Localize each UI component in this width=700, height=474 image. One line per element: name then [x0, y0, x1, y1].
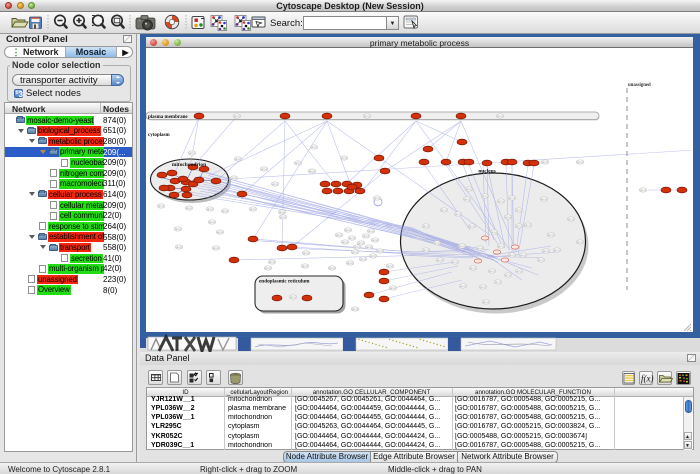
svg-text:ann-l: ann-l	[470, 266, 476, 270]
svg-text:ann-l: ann-l	[363, 234, 369, 238]
svg-text:ann-l: ann-l	[234, 114, 240, 118]
svg-text:f(x): f(x)	[641, 374, 654, 384]
svg-text:ann-l: ann-l	[217, 230, 223, 234]
svg-text:ann-l: ann-l	[370, 254, 376, 258]
svg-text:ann-l: ann-l	[554, 248, 560, 252]
svg-text:unassigned: unassigned	[628, 83, 651, 88]
svg-text:ann-l: ann-l	[336, 233, 342, 237]
svg-text:ann-l: ann-l	[261, 167, 267, 171]
svg-text:ann-l: ann-l	[509, 253, 515, 257]
svg-text:ann-l: ann-l	[186, 206, 192, 210]
svg-text:ann-l: ann-l	[498, 244, 504, 248]
svg-text:ann-l: ann-l	[498, 199, 504, 203]
svg-text:ann-l: ann-l	[464, 197, 470, 201]
svg-text:ann-l: ann-l	[279, 210, 285, 214]
svg-text:ann-l: ann-l	[437, 258, 443, 262]
svg-text:ann-l: ann-l	[577, 160, 583, 164]
svg-text:ann-l: ann-l	[364, 114, 370, 118]
svg-text:ann-l: ann-l	[441, 208, 447, 212]
svg-text:ann-l: ann-l	[477, 246, 483, 250]
svg-text:ann-l: ann-l	[516, 269, 522, 273]
svg-text:ann-l: ann-l	[516, 224, 522, 228]
svg-text:ann-l: ann-l	[302, 264, 308, 268]
svg-text:ann-l: ann-l	[374, 196, 380, 200]
svg-text:cytoplasm: cytoplasm	[148, 133, 171, 138]
svg-text:ann-l: ann-l	[175, 227, 181, 231]
svg-text:ann-l: ann-l	[423, 248, 429, 252]
svg-text:ann-l: ann-l	[541, 197, 547, 201]
svg-text:ann-l: ann-l	[377, 249, 383, 253]
svg-text:ann-l: ann-l	[347, 261, 353, 265]
svg-text:nucleus: nucleus	[478, 169, 495, 175]
svg-text:ann-l: ann-l	[387, 264, 393, 268]
svg-text:ann-l: ann-l	[341, 156, 347, 160]
svg-text:ann-l: ann-l	[366, 245, 372, 249]
svg-text:ann-l: ann-l	[525, 223, 531, 227]
svg-text:ann-l: ann-l	[265, 266, 271, 270]
svg-text:ann-l: ann-l	[207, 207, 213, 211]
svg-text:ann-l: ann-l	[482, 194, 488, 198]
svg-text:ann-l: ann-l	[354, 245, 360, 249]
svg-text:ann-l: ann-l	[491, 230, 497, 234]
svg-text:ann-l: ann-l	[548, 233, 554, 237]
svg-text:ann-l: ann-l	[455, 212, 461, 216]
svg-text:ann-l: ann-l	[368, 229, 374, 233]
svg-text:ann-l: ann-l	[295, 161, 301, 165]
svg-text:endoplasmic reticulum: endoplasmic reticulum	[259, 279, 310, 285]
svg-text:ann-l: ann-l	[452, 260, 458, 264]
svg-text:ann-l: ann-l	[189, 151, 195, 155]
svg-text:mitochondrion: mitochondrion	[172, 162, 206, 168]
svg-text:ann-l: ann-l	[505, 273, 511, 277]
svg-text:ann-l: ann-l	[358, 241, 364, 245]
svg-text:ann-l: ann-l	[489, 269, 495, 273]
svg-text:ann-l: ann-l	[434, 241, 440, 245]
svg-text:ann-l: ann-l	[543, 249, 549, 253]
svg-text:ann-l: ann-l	[303, 251, 309, 255]
svg-text:ann-l: ann-l	[480, 285, 486, 289]
svg-text:plasma membrane: plasma membrane	[148, 115, 188, 120]
svg-text:ann-l: ann-l	[290, 295, 296, 299]
svg-text:ann-l: ann-l	[538, 258, 544, 262]
svg-text:ann-l: ann-l	[158, 204, 164, 208]
svg-text:ann-l: ann-l	[280, 215, 286, 219]
svg-text:ann-l: ann-l	[309, 169, 315, 173]
svg-text:ann-l: ann-l	[495, 280, 501, 284]
svg-text:ann-l: ann-l	[516, 208, 522, 212]
svg-text:ann-l: ann-l	[390, 286, 396, 290]
svg-text:ann-l: ann-l	[213, 246, 219, 250]
svg-text:ann-l: ann-l	[520, 253, 526, 257]
svg-text:ann-l: ann-l	[459, 244, 465, 248]
svg-text:ann-l: ann-l	[345, 228, 351, 232]
svg-text:ann-l: ann-l	[342, 240, 348, 244]
svg-text:ann-l: ann-l	[460, 284, 466, 288]
svg-text:ann-l: ann-l	[352, 307, 358, 311]
svg-text:ann-l: ann-l	[176, 245, 182, 249]
svg-text:ann-l: ann-l	[423, 224, 429, 228]
svg-text:ann-l: ann-l	[209, 220, 215, 224]
svg-text:ann-l: ann-l	[250, 207, 256, 211]
svg-text:ann-l: ann-l	[372, 238, 378, 242]
svg-text:ann-l: ann-l	[640, 188, 646, 192]
svg-text:ann-l: ann-l	[352, 250, 358, 254]
svg-text:ann-l: ann-l	[542, 160, 548, 164]
svg-text:ann-l: ann-l	[568, 217, 574, 221]
svg-text:ann-l: ann-l	[272, 182, 278, 186]
svg-text:ann-l: ann-l	[509, 196, 515, 200]
svg-text:ann-l: ann-l	[329, 266, 335, 270]
svg-text:ann-l: ann-l	[235, 157, 241, 161]
svg-text:ann-l: ann-l	[349, 236, 355, 240]
svg-text:ann-l: ann-l	[466, 187, 472, 191]
svg-text:ann-l: ann-l	[469, 224, 475, 228]
svg-text:ann-l: ann-l	[483, 300, 489, 304]
svg-text:ann-l: ann-l	[497, 114, 503, 118]
svg-text:ann-l: ann-l	[505, 215, 511, 219]
svg-text:ann-l: ann-l	[222, 209, 228, 213]
svg-text:ann-l: ann-l	[311, 145, 317, 149]
svg-text:ann-l: ann-l	[577, 240, 583, 244]
svg-text:ann-l: ann-l	[269, 260, 275, 264]
svg-text:ann-l: ann-l	[360, 257, 366, 261]
svg-text:ann-l: ann-l	[231, 176, 237, 180]
